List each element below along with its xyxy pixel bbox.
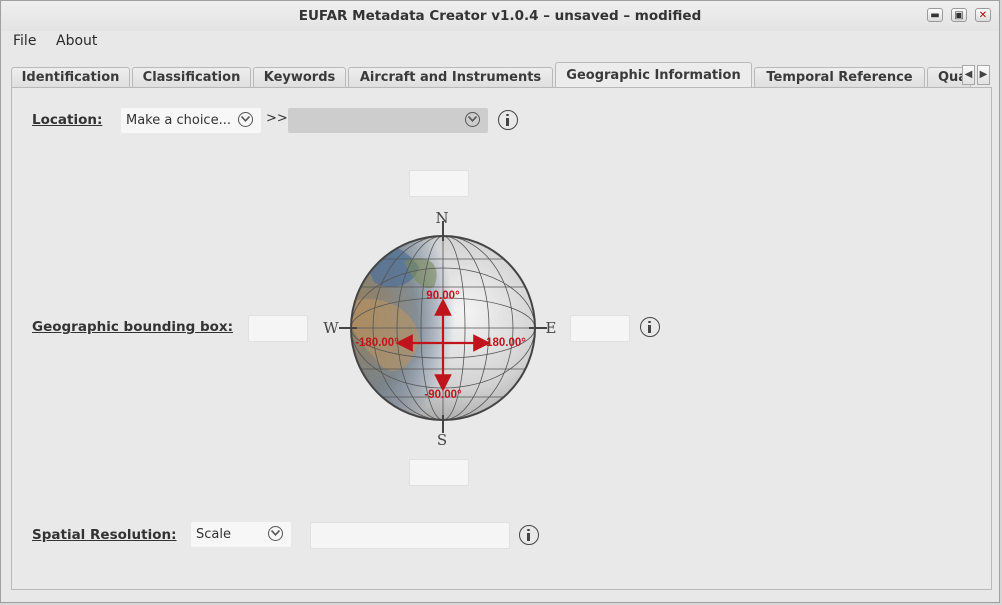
app-window: EUFAR Metadata Creator v1.0.4 – unsaved … (0, 0, 1000, 603)
menu-about[interactable]: About (56, 33, 97, 49)
compass-s-label: S (437, 431, 447, 449)
chevron-down-icon (268, 526, 283, 541)
tab-scroll-right-button[interactable]: ▶ (977, 65, 990, 85)
location-subcombo[interactable] (288, 108, 488, 133)
tab-aircraft-and-instruments[interactable]: Aircraft and Instruments (348, 67, 553, 88)
window-title: EUFAR Metadata Creator v1.0.4 – unsaved … (298, 8, 702, 24)
west-bound-input[interactable] (248, 315, 308, 342)
bounding-box-label: Geographic bounding box: (32, 319, 234, 335)
east-bound-input[interactable] (570, 315, 630, 342)
spatial-resolution-combo[interactable]: Scale (191, 522, 291, 547)
location-combo-value: Make a choice... (126, 113, 231, 128)
spatial-resolution-label: Spatial Resolution: (32, 527, 177, 543)
chevron-down-icon (465, 112, 480, 127)
tab-classification[interactable]: Classification (132, 67, 251, 88)
menu-file[interactable]: File (13, 33, 36, 49)
tab-scroll-left-button[interactable]: ◀ (962, 65, 975, 85)
globe-icon: N S W E 90.00° -90.00° -180.00° 180.00° (323, 209, 557, 449)
maximize-button[interactable]: ▣ (951, 8, 967, 22)
close-button[interactable]: ✕ (975, 8, 991, 22)
compass-n-label: N (435, 209, 448, 227)
location-info-icon[interactable] (498, 110, 518, 130)
lon-max-label: 180.00° (486, 337, 526, 349)
compass-w-label: W (323, 319, 339, 337)
minimize-button[interactable]: ▬ (927, 8, 943, 22)
chevron-down-icon (238, 112, 253, 127)
menu-bar: File About (1, 31, 999, 55)
lat-min-label: -90.00° (424, 389, 462, 401)
spatial-resolution-combo-value: Scale (196, 527, 231, 542)
compass-e-label: E (546, 319, 557, 337)
tab-identification[interactable]: Identification (11, 67, 130, 88)
title-bar: EUFAR Metadata Creator v1.0.4 – unsaved … (1, 1, 999, 31)
globe-diagram: N S W E 90.00° -90.00° -180.00° 180.00° (319, 207, 569, 449)
tab-geographic-information[interactable]: Geographic Information (555, 62, 752, 88)
tab-bar: Identification Classification Keywords A… (11, 62, 993, 88)
south-bound-input[interactable] (409, 459, 469, 486)
lat-max-label: 90.00° (426, 290, 460, 302)
bounding-box-info-icon[interactable] (640, 317, 660, 337)
tab-temporal-reference[interactable]: Temporal Reference (754, 67, 925, 88)
location-label: Location: (32, 112, 103, 128)
north-bound-input[interactable] (409, 170, 469, 197)
spatial-resolution-input[interactable] (310, 522, 510, 549)
location-combo[interactable]: Make a choice... (121, 108, 261, 133)
tab-keywords[interactable]: Keywords (253, 67, 346, 88)
location-separator: >> (266, 111, 288, 126)
spatial-resolution-info-icon[interactable] (519, 525, 539, 545)
lon-min-label: -180.00° (355, 337, 399, 349)
